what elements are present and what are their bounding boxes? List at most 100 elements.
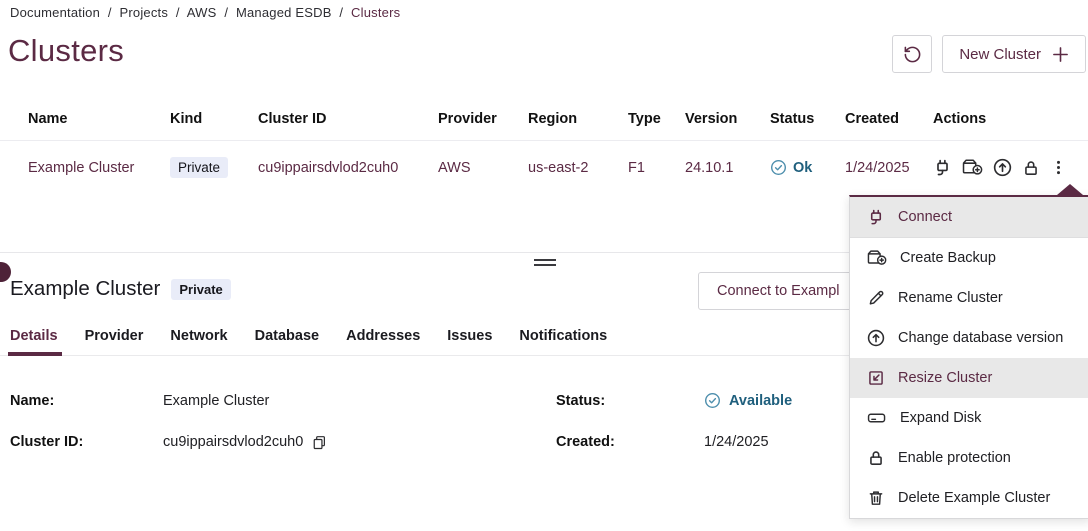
protection-lock-icon[interactable] xyxy=(1022,159,1040,177)
breadcrumb: Documentation / Projects / AWS / Managed… xyxy=(10,5,404,20)
cell-version: 24.10.1 xyxy=(685,160,770,176)
breadcrumb-current-clusters: Clusters xyxy=(351,5,400,20)
plus-icon xyxy=(1052,46,1069,63)
detail-panel-title: Example Cluster xyxy=(10,277,160,301)
detail-fields: Name: Example Cluster Status: Available … xyxy=(10,392,792,450)
context-menu-caret xyxy=(1057,184,1083,195)
col-header-kind: Kind xyxy=(170,111,258,127)
cluster-id-text: cu9ippairsdvlod2cuh0 xyxy=(163,434,303,450)
breadcrumb-separator: / xyxy=(339,5,343,20)
name-label: Name: xyxy=(10,393,163,409)
col-header-provider: Provider xyxy=(438,111,528,127)
col-header-actions: Actions xyxy=(933,111,1088,127)
tab-database[interactable]: Database xyxy=(255,328,319,355)
check-circle-icon xyxy=(770,159,787,176)
connect-icon[interactable] xyxy=(933,158,952,177)
menu-item-label: Expand Disk xyxy=(900,408,981,428)
disk-icon xyxy=(867,409,887,427)
menu-item-rename-cluster[interactable]: Rename Cluster xyxy=(850,278,1088,318)
copy-icon[interactable] xyxy=(312,435,327,450)
menu-item-change-database-version[interactable]: Change database version xyxy=(850,318,1088,358)
trash-icon xyxy=(867,489,885,507)
detail-kind-badge: Private xyxy=(171,279,230,300)
connect-to-cluster-button[interactable]: Connect to Exampl xyxy=(698,272,859,310)
tab-notifications[interactable]: Notifications xyxy=(519,328,607,355)
col-header-status: Status xyxy=(770,111,845,127)
breadcrumb-separator: / xyxy=(108,5,112,20)
create-backup-icon[interactable] xyxy=(962,158,983,177)
resize-icon xyxy=(867,369,885,387)
tab-provider[interactable]: Provider xyxy=(85,328,144,355)
cell-kind: Private xyxy=(170,157,258,178)
tab-addresses[interactable]: Addresses xyxy=(346,328,420,355)
status-value-text: Available xyxy=(729,393,792,409)
header-actions: New Cluster xyxy=(892,35,1086,73)
tab-network[interactable]: Network xyxy=(170,328,227,355)
table-header-row: Name Kind Cluster ID Provider Region Typ… xyxy=(0,105,1088,141)
cluster-actions-context-menu: Connect Create Backup Rename Cluster xyxy=(849,195,1088,519)
cell-provider: AWS xyxy=(438,160,528,176)
menu-item-label: Change database version xyxy=(898,328,1063,348)
cell-status: Ok xyxy=(770,159,845,176)
menu-item-delete-cluster[interactable]: Delete Example Cluster xyxy=(850,478,1088,518)
menu-item-label: Connect xyxy=(898,207,952,227)
pane-drag-handle[interactable] xyxy=(534,259,556,269)
menu-item-label: Create Backup xyxy=(900,248,996,268)
menu-item-connect[interactable]: Connect xyxy=(850,197,1088,238)
col-header-cluster-id: Cluster ID xyxy=(258,111,438,127)
new-cluster-label: New Cluster xyxy=(959,46,1041,63)
refresh-button[interactable] xyxy=(892,35,932,73)
breadcrumb-separator: / xyxy=(176,5,180,20)
menu-item-label: Enable protection xyxy=(898,448,1011,468)
clusters-table: Name Kind Cluster ID Provider Region Typ… xyxy=(0,105,1088,178)
new-cluster-button[interactable]: New Cluster xyxy=(942,35,1086,73)
cell-region: us-east-2 xyxy=(528,160,628,176)
tab-details[interactable]: Details xyxy=(10,328,58,355)
breadcrumb-aws[interactable]: AWS xyxy=(187,5,217,20)
lock-icon xyxy=(867,449,885,467)
col-header-type: Type xyxy=(628,111,685,127)
cluster-id-label: Cluster ID: xyxy=(10,434,163,450)
name-value: Example Cluster xyxy=(163,393,556,409)
col-header-region: Region xyxy=(528,111,628,127)
col-header-created: Created xyxy=(845,111,933,127)
check-circle-icon xyxy=(704,392,721,409)
tab-issues[interactable]: Issues xyxy=(447,328,492,355)
status-value: Available xyxy=(704,392,792,409)
cluster-id-value: cu9ippairsdvlod2cuh0 xyxy=(163,434,556,450)
cell-actions xyxy=(933,158,1088,177)
cell-cluster-name[interactable]: Example Cluster xyxy=(28,160,170,176)
menu-item-enable-protection[interactable]: Enable protection xyxy=(850,438,1088,478)
status-text: Ok xyxy=(793,160,812,176)
breadcrumb-projects[interactable]: Projects xyxy=(119,5,168,20)
cell-created: 1/24/2025 xyxy=(845,160,933,176)
cell-cluster-id: cu9ippairsdvlod2cuh0 xyxy=(258,160,438,176)
status-label: Status: xyxy=(556,393,704,409)
detail-panel-header: Example Cluster Private xyxy=(10,277,231,301)
col-header-name: Name xyxy=(28,111,170,127)
more-actions-icon[interactable] xyxy=(1050,159,1067,176)
menu-item-expand-disk[interactable]: Expand Disk xyxy=(850,398,1088,438)
breadcrumb-separator: / xyxy=(224,5,228,20)
menu-item-create-backup[interactable]: Create Backup xyxy=(850,238,1088,278)
create-backup-icon xyxy=(867,249,887,267)
clusters-page: Documentation / Projects / AWS / Managed… xyxy=(0,0,1088,531)
menu-item-label: Delete Example Cluster xyxy=(898,488,1050,508)
refresh-icon xyxy=(903,45,922,64)
created-value: 1/24/2025 xyxy=(704,434,792,450)
table-row[interactable]: Example Cluster Private cu9ippairsdvlod2… xyxy=(0,141,1088,178)
pencil-icon xyxy=(867,289,885,307)
col-header-version: Version xyxy=(685,111,770,127)
page-title: Clusters xyxy=(8,33,124,69)
breadcrumb-documentation[interactable]: Documentation xyxy=(10,5,100,20)
created-label: Created: xyxy=(556,434,704,450)
change-db-version-icon[interactable] xyxy=(993,158,1012,177)
menu-item-resize-cluster[interactable]: Resize Cluster xyxy=(850,358,1088,398)
plug-icon xyxy=(867,208,885,226)
arrow-up-circle-icon xyxy=(867,329,885,347)
breadcrumb-managed-esdb[interactable]: Managed ESDB xyxy=(236,5,332,20)
menu-item-label: Resize Cluster xyxy=(898,368,992,388)
kind-badge: Private xyxy=(170,157,228,178)
menu-item-label: Rename Cluster xyxy=(898,288,1003,308)
cell-type: F1 xyxy=(628,160,685,176)
